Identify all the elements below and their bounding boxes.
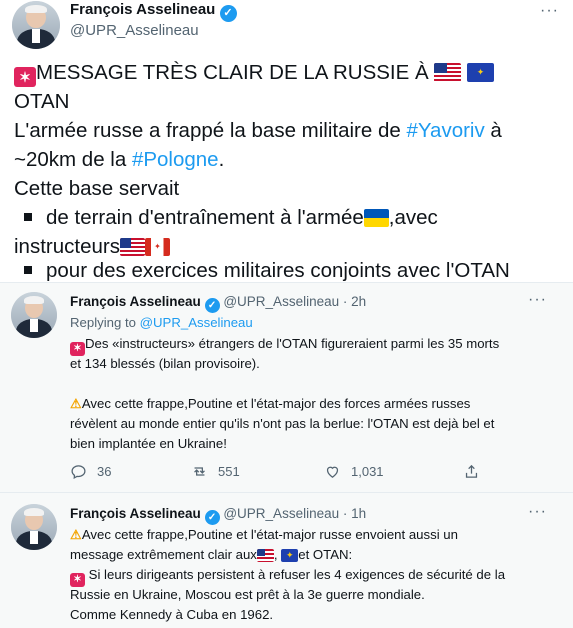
author-handle[interactable]: @UPR_Asselineau: [70, 22, 199, 39]
author-name[interactable]: François Asselineau: [70, 294, 201, 309]
warning-icon: ⚠: [70, 527, 82, 542]
reply-tweet-2: François Asselineau ✓ @UPR_Asselineau · …: [0, 492, 573, 628]
reply2-line5: Comme Kennedy à Cuba en 1962.: [70, 607, 274, 622]
like-icon: [326, 466, 339, 478]
hashtag-yavoriv[interactable]: #Yavoriv: [406, 119, 484, 142]
like-button[interactable]: 1,031: [324, 463, 384, 480]
tweet-line-2: OTAN: [14, 90, 70, 113]
warning-icon: ⚠: [70, 396, 82, 411]
ukraine-flag-icon: [363, 209, 389, 227]
replying-to-handle[interactable]: @UPR_Asselineau: [140, 315, 253, 330]
author-name[interactable]: François Asselineau: [70, 506, 201, 521]
reply1-p2-line3: bien implantée en Ukraine!: [70, 436, 227, 451]
reply2-line1: ⚠Avec cette frappe,Poutine et l'état-maj…: [70, 525, 458, 545]
reply2-line3: ✶ Si leurs dirigeants persistent à refus…: [70, 565, 505, 587]
reply-icon: [71, 465, 86, 479]
tweet-line-8: pour des exercices militaires conjoints …: [24, 256, 510, 285]
tweet-actions: 36 551 1,031: [70, 463, 490, 483]
tweet-time[interactable]: · 1h: [343, 506, 366, 521]
tweet-time[interactable]: · 2h: [343, 294, 366, 309]
author-handle[interactable]: @UPR_Asselineau: [223, 506, 339, 521]
eu-flag-icon: [467, 63, 495, 82]
main-tweet: François Asselineau ✓ @UPR_Asselineau ··…: [0, 0, 573, 282]
us-flag-icon: [119, 238, 145, 256]
reply-count: 36: [97, 464, 112, 479]
author-header: François Asselineau ✓: [70, 1, 237, 22]
tweet-line-1: ✶ MESSAGE TRÈS CLAIR DE LA RUSSIE À: [14, 58, 495, 87]
tweet-line-5: Cette base servait: [14, 177, 180, 200]
reply2-line2: message extrêmement clair aux, et OTAN:: [70, 545, 352, 565]
reply2-line4: Russie en Ukraine, Moscou est prêt à la …: [70, 587, 425, 602]
verified-badge-icon: ✓: [219, 5, 237, 22]
author-header: François Asselineau ✓ @UPR_Asselineau · …: [70, 293, 366, 313]
eu-flag-icon: [281, 549, 299, 562]
more-icon[interactable]: ···: [540, 2, 559, 20]
hashtag-pologne[interactable]: #Pologne: [132, 148, 219, 171]
reply1-p1-line2: et 134 blessés (bilan provisoire).: [70, 356, 260, 371]
retweet-button[interactable]: 551: [191, 463, 240, 480]
more-icon[interactable]: ···: [528, 503, 547, 521]
tweet-line-3: L'armée russe a frappé la base militaire…: [14, 119, 502, 142]
author-avatar[interactable]: [11, 504, 57, 550]
verified-badge-icon: ✓: [204, 510, 220, 525]
more-icon[interactable]: ···: [528, 291, 547, 309]
reply1-p2-line1: ⚠Avec cette frappe,Poutine et l'état-maj…: [70, 394, 470, 414]
reply-button[interactable]: 36: [70, 463, 111, 480]
tweet-line-6: de terrain d'entraînement à l'armée ,avec: [24, 203, 438, 232]
author-handle[interactable]: @UPR_Asselineau: [223, 294, 339, 309]
bullet-icon: [24, 266, 32, 274]
author-avatar[interactable]: [11, 292, 57, 338]
retweet-icon: [194, 467, 205, 476]
author-header: François Asselineau ✓ @UPR_Asselineau · …: [70, 505, 366, 525]
verified-badge-icon: ✓: [204, 298, 220, 313]
reply1-p2-line2: révèlent au monde entier qu'ils n'ont pa…: [70, 416, 495, 431]
reply-tweet-1: François Asselineau ✓ @UPR_Asselineau · …: [0, 282, 573, 493]
like-count: 1,031: [351, 464, 384, 479]
author-name[interactable]: François Asselineau: [70, 1, 215, 18]
replying-to: Replying to @UPR_Asselineau: [70, 315, 253, 330]
bullet-icon: [24, 213, 32, 221]
author-avatar[interactable]: [12, 1, 60, 49]
share-icon: [465, 464, 478, 478]
retweet-count: 551: [218, 464, 240, 479]
us-flag-icon: [256, 549, 274, 562]
share-button[interactable]: [463, 463, 480, 480]
siren-icon: ✶: [14, 67, 36, 87]
us-flag-icon: [434, 63, 462, 82]
canada-flag-icon: [144, 238, 170, 256]
tweet-line-4: ~20km de la #Pologne.: [14, 148, 225, 171]
reply1-p1-line1: ✶ Des «instructeurs» étrangers de l'OTAN …: [70, 334, 499, 356]
